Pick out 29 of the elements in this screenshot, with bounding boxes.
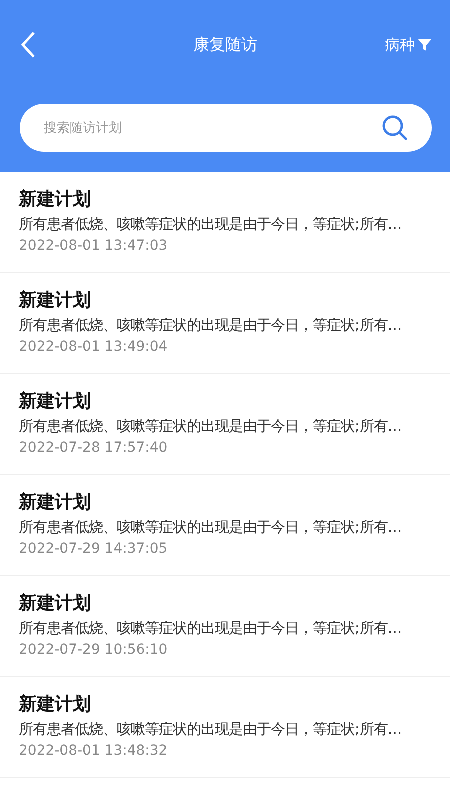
back-icon[interactable] xyxy=(20,31,36,59)
plan-title: 新建计划 xyxy=(19,592,92,616)
plan-title: 新建计划 xyxy=(19,390,92,414)
plan-item[interactable]: 新建计划 所有患者低烧、咳嗽等症状的出现是由于今日，等症状;所有… 2022-07-28 17:57:40 xyxy=(0,374,450,475)
plan-description: 所有患者低烧、咳嗽等症状的出现是由于今日，等症状;所有… xyxy=(19,418,404,437)
plan-time: 2022-07-29 14:37:05 xyxy=(19,540,169,559)
plan-time: 2022-07-29 10:56:10 xyxy=(19,641,169,660)
plan-item[interactable]: 新建计划 所有患者低烧、咳嗽等症状的出现是由于今日，等症状;所有… 2022-07-29 10:56:10 xyxy=(0,576,450,677)
plan-item[interactable]: 新建计划 所有患者低烧、咳嗽等症状的出现是由于今日，等症状;所有… 2022-08-01 13:49:04 xyxy=(0,273,450,374)
plan-time: 2022-07-28 17:57:40 xyxy=(19,439,169,458)
plan-title: 新建计划 xyxy=(19,289,92,313)
plan-description: 所有患者低烧、咳嗽等症状的出现是由于今日，等症状;所有… xyxy=(19,316,404,336)
filter-icon xyxy=(418,38,432,52)
search-field[interactable]: 搜索随访计划 xyxy=(20,104,432,152)
search-icon[interactable] xyxy=(382,115,408,141)
plan-item[interactable]: 新建计划 所有患者低烧、咳嗽等症状的出现是由于今日，等症状;所有… 2022-08-01 13:48:32 xyxy=(0,677,450,778)
plan-item[interactable]: 新建计划 所有患者低烧、咳嗽等症状的出现是由于今日，等症状;所有… 2022-07-29 14:37:05 xyxy=(0,475,450,576)
plan-description: 所有患者低烧、咳嗽等症状的出现是由于今日，等症状;所有… xyxy=(19,720,404,740)
plan-time: 2022-08-01 13:47:03 xyxy=(19,237,169,256)
plan-time: 2022-08-01 13:49:04 xyxy=(19,338,169,357)
plan-description: 所有患者低烧、咳嗽等症状的出现是由于今日，等症状;所有… xyxy=(19,620,404,639)
plan-title: 新建计划 xyxy=(19,491,92,515)
page-title: 康复随访 xyxy=(194,34,258,56)
plan-description: 所有患者低烧、咳嗽等症状的出现是由于今日，等症状;所有… xyxy=(19,216,404,235)
plan-description: 所有患者低烧、咳嗽等症状的出现是由于今日，等症状;所有… xyxy=(19,518,404,538)
plan-title: 新建计划 xyxy=(19,188,92,212)
plan-time: 2022-08-01 13:48:32 xyxy=(19,742,169,761)
plan-item[interactable]: 新建计划 所有患者低烧、咳嗽等症状的出现是由于今日，等症状;所有… 2022-08-01 13:47:03 xyxy=(0,172,450,273)
plan-title: 新建计划 xyxy=(19,693,92,717)
